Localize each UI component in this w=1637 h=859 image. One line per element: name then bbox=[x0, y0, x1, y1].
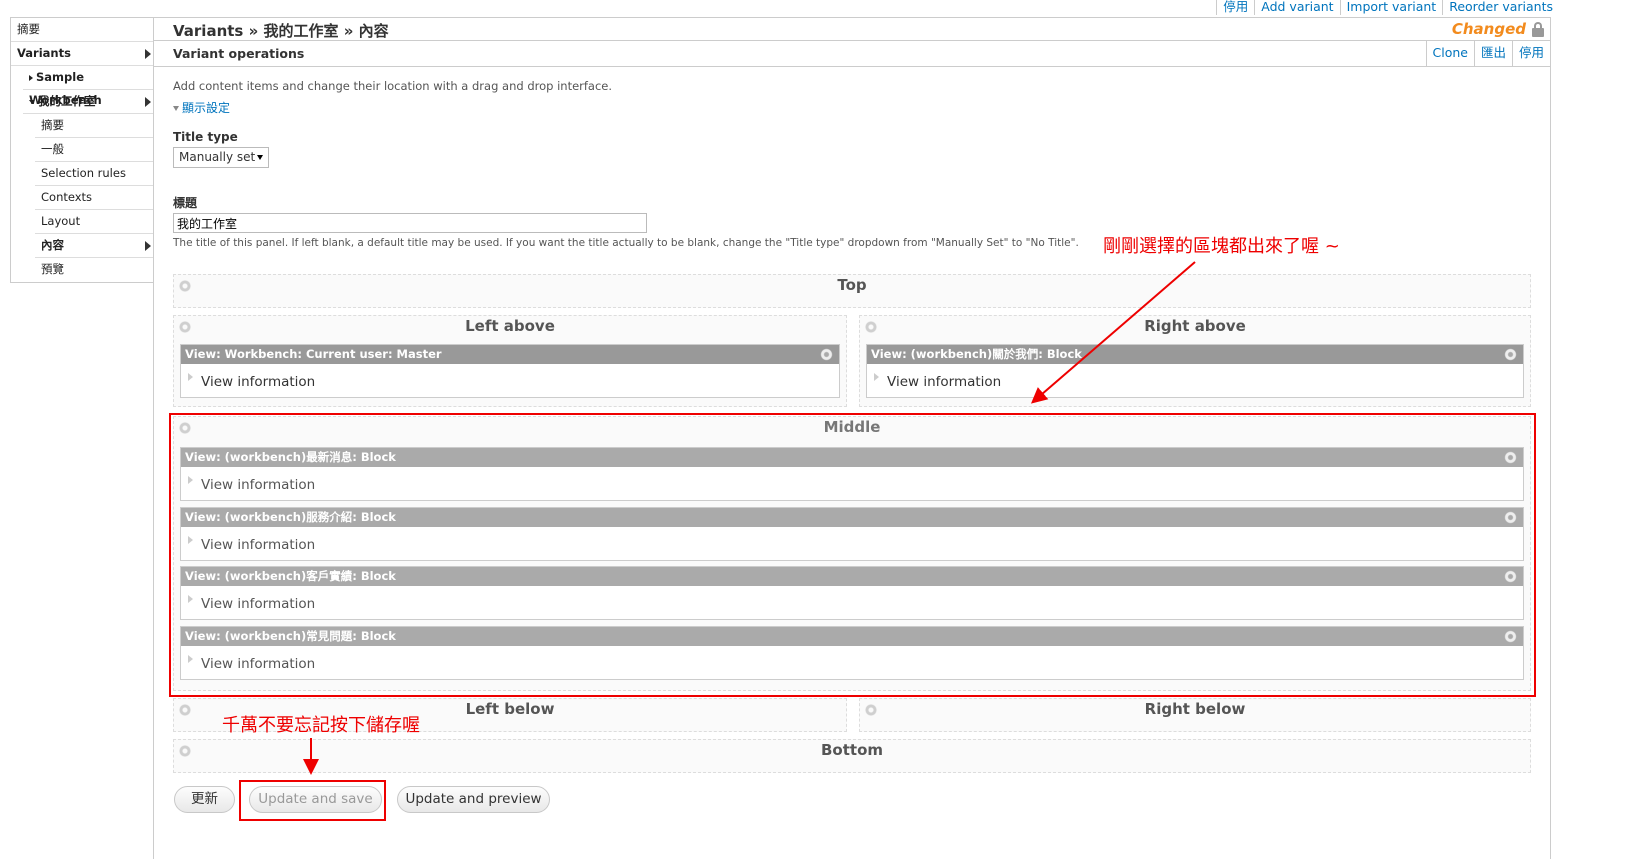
pane: View: Workbench: Current user: Master Vi… bbox=[180, 344, 840, 398]
triangle-right-icon bbox=[874, 373, 879, 381]
gear-icon[interactable] bbox=[865, 704, 877, 716]
title-label: 標題 bbox=[173, 196, 198, 210]
region-title: Right below bbox=[1144, 700, 1246, 718]
sidebar-item-layout[interactable]: Layout bbox=[35, 210, 153, 234]
update-and-preview-button[interactable]: Update and preview bbox=[397, 786, 550, 813]
section-title: Variant operations bbox=[173, 46, 305, 61]
region-left-above: Left above View: Workbench: Current user… bbox=[173, 315, 847, 407]
triangle-right-icon bbox=[188, 373, 193, 381]
gear-icon[interactable] bbox=[179, 321, 191, 333]
blocks-annotation: 剛剛選擇的區塊都出來了喔 ~ bbox=[1103, 236, 1340, 257]
pane-title: View: Workbench: Current user: Master bbox=[185, 347, 442, 361]
title-input[interactable] bbox=[173, 213, 647, 233]
sidebar-item-label: 內容 bbox=[41, 238, 64, 252]
arrow-right-icon bbox=[145, 49, 151, 59]
expanded-triangle-icon bbox=[29, 99, 35, 104]
title-type-select[interactable]: Manually set bbox=[173, 147, 269, 168]
import-variant-link[interactable]: Import variant bbox=[1339, 0, 1443, 15]
pane: View: (workbench)關於我們: Block View inform… bbox=[866, 344, 1524, 398]
region-right-below: Right below bbox=[859, 698, 1531, 732]
gear-icon[interactable] bbox=[1504, 348, 1517, 361]
display-settings-label: 顯示設定 bbox=[182, 101, 231, 115]
sidebar-item-selection-rules[interactable]: Selection rules bbox=[35, 162, 153, 186]
middle-highlight-box bbox=[169, 413, 1536, 697]
region-right-above: Right above View: (workbench)關於我們: Block… bbox=[859, 315, 1531, 407]
triangle-down-icon bbox=[173, 106, 179, 111]
sidebar: 摘要 Variants Sample Workbench 我的工作室 摘要 一般… bbox=[10, 17, 154, 283]
title-type-value: Manually set bbox=[179, 150, 256, 164]
region-title: Left above bbox=[465, 317, 555, 335]
title-type-label: Title type bbox=[173, 130, 238, 144]
gear-icon[interactable] bbox=[865, 321, 877, 333]
gear-icon[interactable] bbox=[179, 280, 191, 292]
lock-icon bbox=[1532, 22, 1544, 37]
status-badge: Changed bbox=[1451, 20, 1526, 38]
operations-links: Clone 匯出 停用 bbox=[1425, 41, 1551, 66]
dropdown-caret-icon bbox=[257, 155, 263, 160]
update-button[interactable]: 更新 bbox=[174, 786, 235, 813]
header: Variants » 我的工作室 » 內容 Changed bbox=[154, 17, 1550, 41]
export-link[interactable]: 匯出 bbox=[1473, 41, 1512, 66]
sidebar-item-label: 我的工作室 bbox=[38, 94, 96, 108]
save-annotation: 千萬不要忘記按下儲存喔 bbox=[222, 715, 420, 736]
sidebar-item-general[interactable]: 一般 bbox=[35, 138, 153, 162]
form-content: Add content items and change their locat… bbox=[173, 69, 1533, 249]
sidebar-item-label: Variants bbox=[17, 46, 71, 60]
sidebar-item-summary[interactable]: 摘要 bbox=[11, 18, 153, 42]
sidebar-item-variants[interactable]: Variants bbox=[11, 42, 153, 66]
pane-header[interactable]: View: (workbench)關於我們: Block bbox=[867, 345, 1523, 364]
sidebar-item-contexts[interactable]: Contexts bbox=[35, 186, 153, 210]
gear-icon[interactable] bbox=[179, 704, 191, 716]
operations-bar: Variant operations Clone 匯出 停用 bbox=[154, 41, 1550, 67]
view-information-link[interactable]: View information bbox=[201, 374, 315, 390]
sidebar-item-preview[interactable]: 預覽 bbox=[35, 258, 153, 282]
view-information-link[interactable]: View information bbox=[887, 374, 1001, 390]
pane-header[interactable]: View: Workbench: Current user: Master bbox=[181, 345, 839, 364]
clone-link[interactable]: Clone bbox=[1425, 41, 1474, 66]
page-title: Variants » 我的工作室 » 內容 bbox=[173, 22, 389, 40]
disable-link[interactable]: 停用 bbox=[1216, 0, 1254, 15]
gear-icon[interactable] bbox=[820, 348, 833, 361]
sidebar-item-sample-workbench[interactable]: Sample Workbench bbox=[23, 66, 153, 107]
arrow-right-icon bbox=[145, 97, 151, 107]
save-highlight-box bbox=[239, 780, 386, 821]
arrow-right-icon bbox=[145, 241, 151, 251]
region-title: Top bbox=[837, 276, 867, 294]
sidebar-item-content[interactable]: 內容 bbox=[35, 234, 153, 258]
sidebar-item-summary-sub[interactable]: 摘要 bbox=[35, 114, 153, 138]
reorder-variants-link[interactable]: Reorder variants bbox=[1442, 0, 1559, 15]
pane-title: View: (workbench)關於我們: Block bbox=[871, 347, 1082, 361]
gear-icon[interactable] bbox=[179, 745, 191, 757]
region-title: Right above bbox=[1144, 317, 1246, 335]
region-bottom: Bottom bbox=[173, 739, 1531, 773]
display-settings-toggle[interactable]: 顯示設定 bbox=[173, 99, 1533, 116]
collapsed-triangle-icon bbox=[29, 74, 33, 81]
sidebar-item-my-studio[interactable]: 我的工作室 bbox=[23, 90, 153, 114]
add-variant-link[interactable]: Add variant bbox=[1254, 0, 1339, 15]
disable-variant-link[interactable]: 停用 bbox=[1511, 41, 1550, 66]
region-title: Bottom bbox=[820, 741, 883, 759]
description: Add content items and change their locat… bbox=[173, 79, 613, 93]
variant-actions: 停用 Add variant Import variant Reorder va… bbox=[1216, 0, 1559, 16]
region-top: Top bbox=[173, 274, 1531, 308]
